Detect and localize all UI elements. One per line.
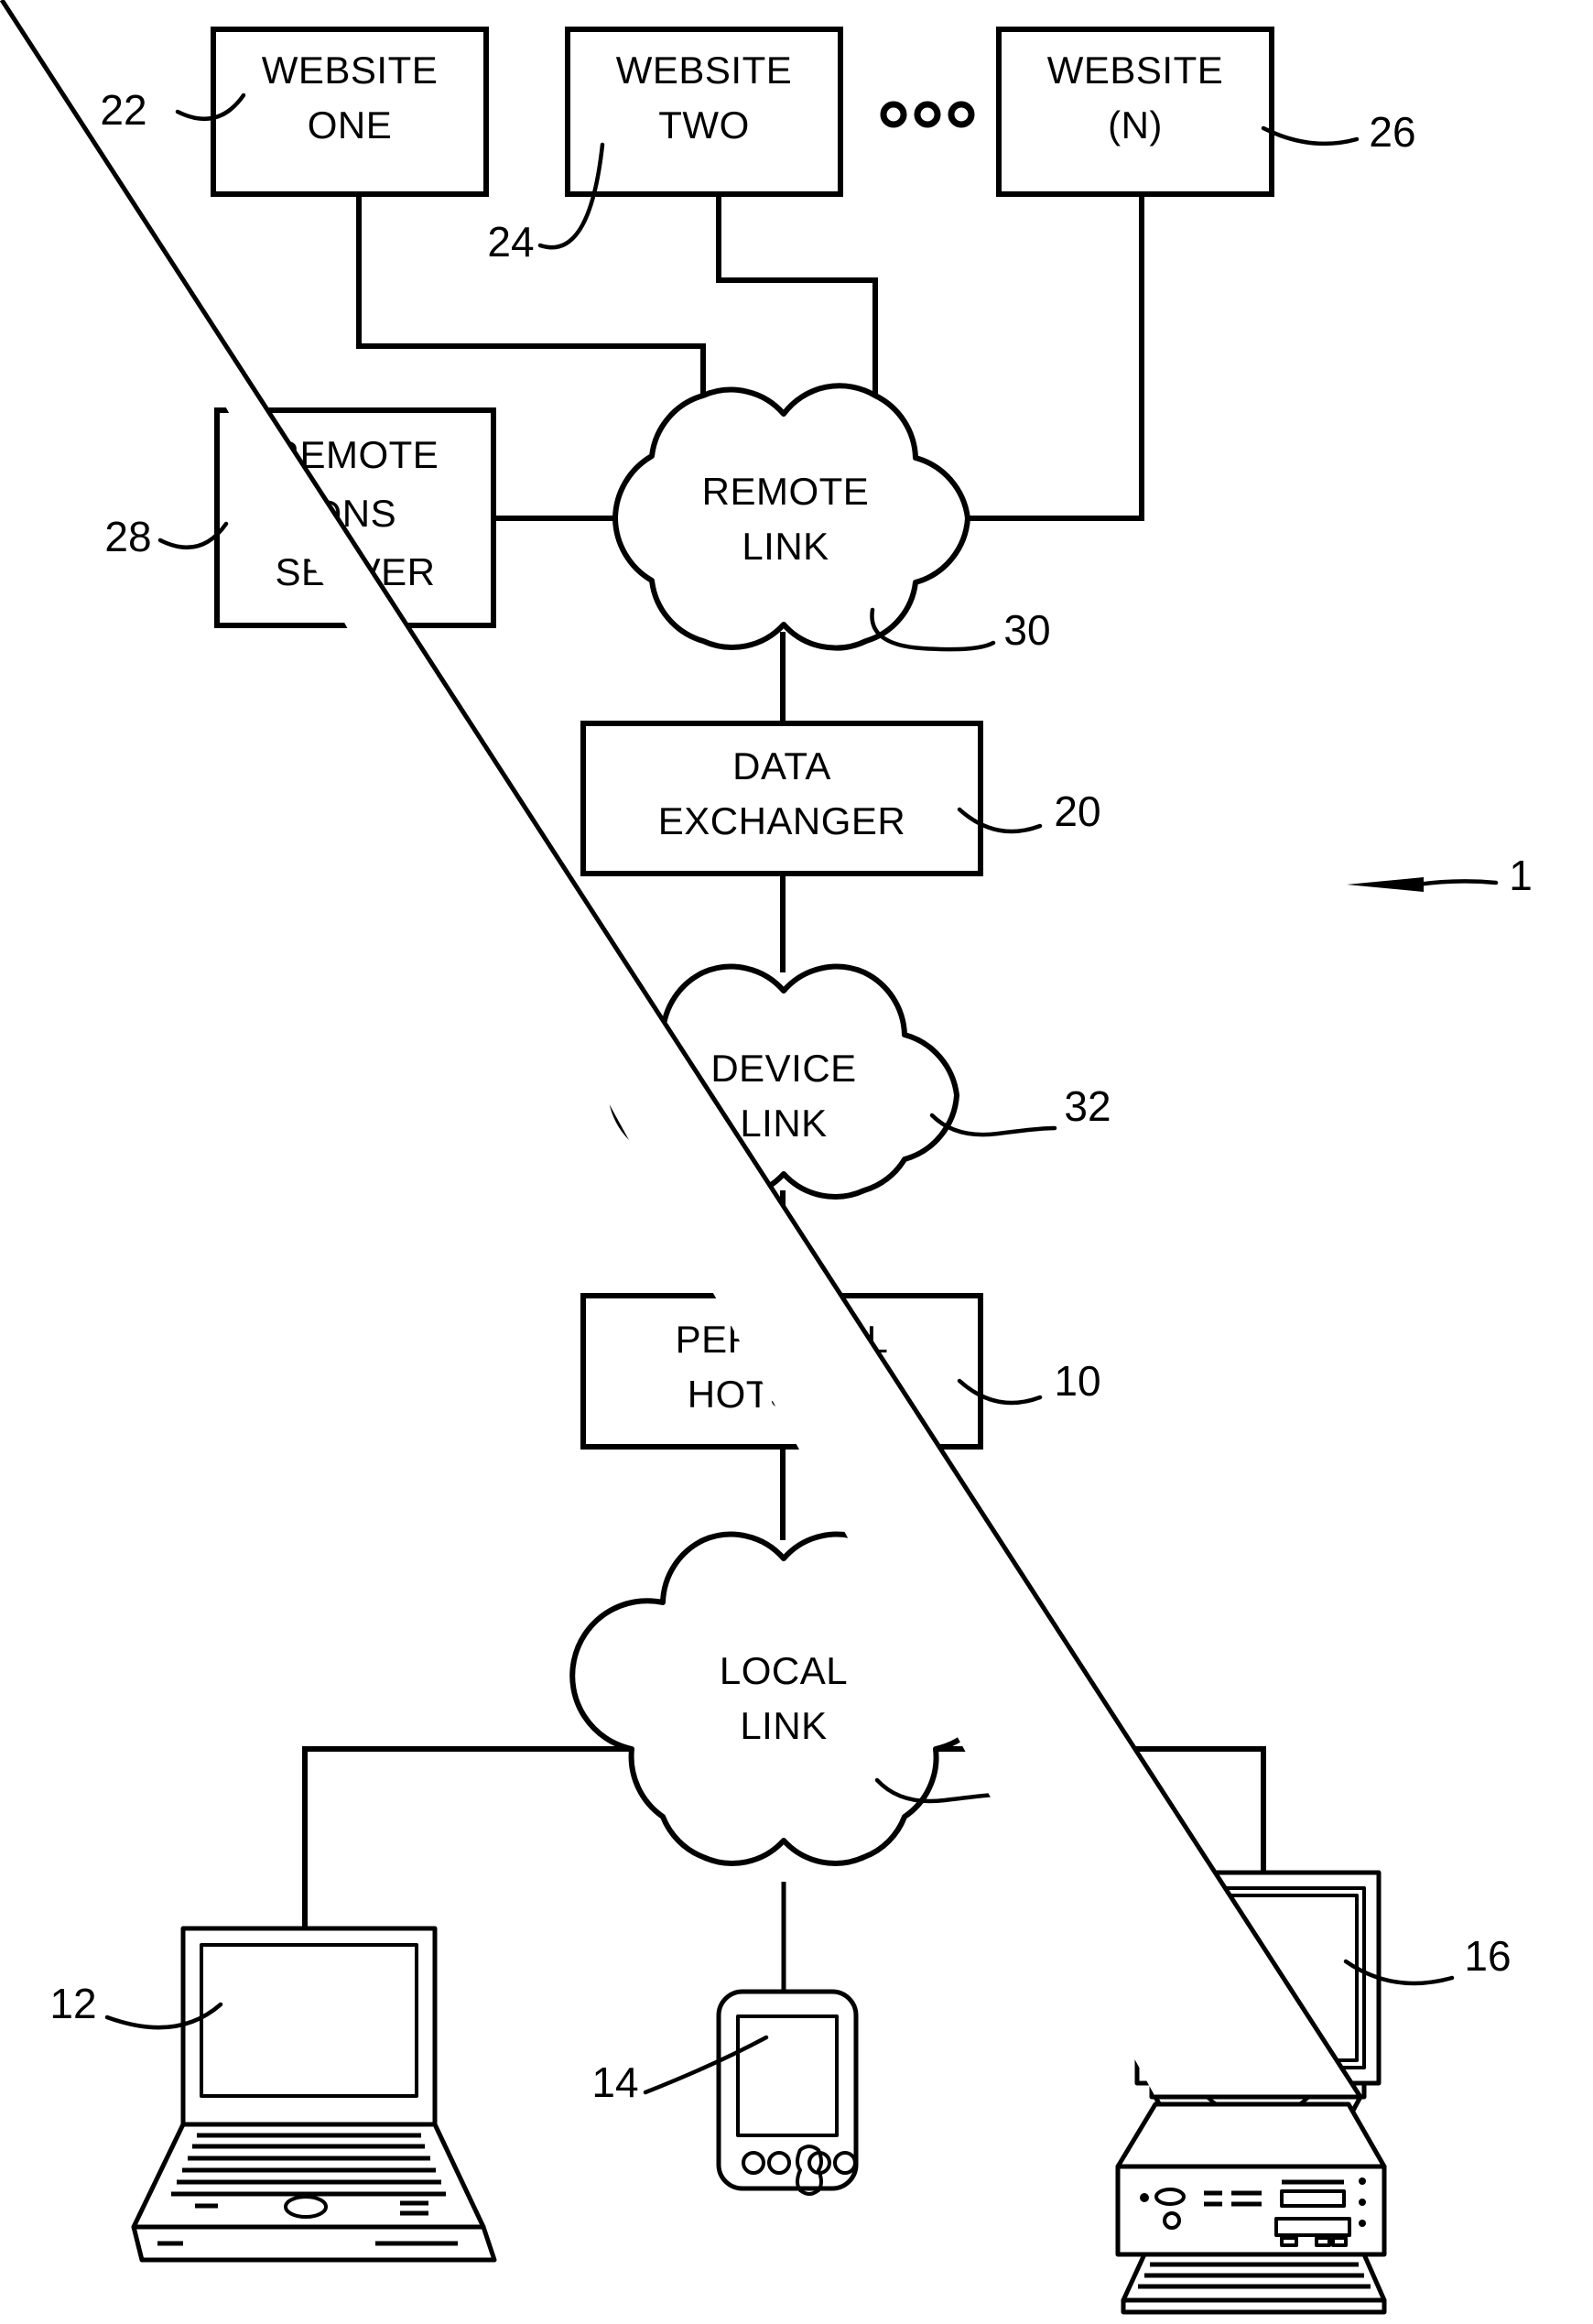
local-link-label-line2: LINK: [740, 1704, 827, 1747]
reference-number-26: 26: [1369, 108, 1415, 156]
desktop-screw-2: [1359, 2199, 1366, 2206]
leader-line-26: [1261, 125, 1360, 147]
node-website-one[interactable]: WEBSITE ONE: [211, 27, 489, 197]
figure-arrow-icon: [1347, 877, 1424, 892]
data-exchanger-label-line1: DATA: [732, 744, 831, 787]
link-website-two-to-remote-link: [716, 194, 878, 396]
remote-link-label-line1: REMOTE: [702, 470, 870, 513]
ellipsis-dot-3: [948, 101, 975, 128]
ellipsis-dot-2: [914, 101, 941, 128]
website-two-label-line1: WEBSITE: [616, 49, 793, 92]
reference-number-12: 12: [49, 1980, 96, 2027]
reference-number-16: 16: [1464, 1932, 1511, 1980]
remote-link-cloud-shape[interactable]: [612, 383, 970, 651]
node-website-n[interactable]: WEBSITE (N): [996, 27, 1274, 197]
ellipsis-dot-1: [880, 101, 907, 128]
reference-number-10: 10: [1054, 1357, 1100, 1405]
reference-number-30: 30: [1003, 606, 1050, 654]
website-n-label-line1: WEBSITE: [1047, 49, 1224, 92]
data-exchanger-label-line2: EXCHANGER: [658, 799, 906, 842]
node-data-exchanger[interactable]: DATA EXCHANGER: [580, 721, 983, 876]
reference-callout-32: 32: [929, 1082, 1111, 1137]
website-two-label-line2: TWO: [658, 103, 749, 147]
remote-link-label-line2: LINK: [742, 525, 829, 568]
website-one-label-line1: WEBSITE: [262, 49, 439, 92]
laptop-keyboard-deck: [131, 2122, 486, 2230]
figure-reference-callout: 1: [1347, 852, 1533, 899]
desktop-screw-1: [1359, 2177, 1366, 2185]
patent-figure-canvas: WEBSITE ONE 22 WEBSITE TWO 24 WEBSITE (N…: [0, 0, 1593, 2324]
reference-callout-28: 28: [104, 513, 229, 560]
device-laptop[interactable]: [131, 1926, 497, 2263]
reference-number-22: 22: [100, 86, 146, 134]
reference-number-14: 14: [591, 2058, 638, 2106]
reference-callout-26: 26: [1261, 108, 1416, 156]
desktop-tower-top: [1115, 2101, 1387, 2169]
node-remote-link[interactable]: REMOTE LINK: [612, 383, 970, 651]
local-link-label-line1: LOCAL: [720, 1649, 848, 1692]
link-local-link-to-laptop: [302, 1746, 632, 1928]
website-n-label-line2: (N): [1108, 103, 1163, 147]
desktop-keyboard-front: [1121, 2297, 1387, 2315]
reference-number-24: 24: [487, 218, 534, 266]
reference-number-32: 32: [1064, 1082, 1111, 1130]
reference-number-20: 20: [1054, 787, 1100, 835]
figure-reference-number: 1: [1509, 852, 1533, 899]
node-website-two[interactable]: WEBSITE TWO: [565, 27, 843, 197]
device-link-label-line2: LINK: [740, 1102, 827, 1145]
reference-number-28: 28: [104, 513, 151, 560]
ellipsis-icon: [880, 101, 975, 128]
device-handheld[interactable]: [716, 1989, 859, 2196]
device-link-label-line1: DEVICE: [710, 1047, 856, 1090]
desktop-power-led: [1140, 2193, 1149, 2202]
link-website-n-to-remote-link: [968, 194, 1144, 521]
figure-arrow-tail: [1414, 879, 1499, 887]
desktop-screw-3: [1359, 2220, 1366, 2227]
website-one-label-line2: ONE: [308, 103, 393, 147]
